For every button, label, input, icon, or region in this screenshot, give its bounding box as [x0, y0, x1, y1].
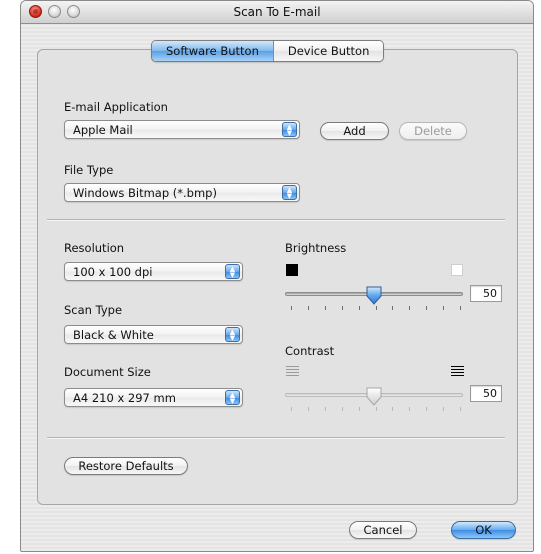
- file-type-value: Windows Bitmap (*.bmp): [73, 186, 217, 200]
- slider-tick: [443, 407, 445, 411]
- scan-type-label: Scan Type: [64, 303, 123, 317]
- brightness-slider-thumb[interactable]: [366, 286, 382, 305]
- slider-tick: [426, 407, 428, 411]
- slider-tick: [375, 407, 377, 411]
- file-type-label: File Type: [64, 163, 114, 177]
- tab-software-button[interactable]: Software Button: [152, 41, 273, 61]
- title-bar: Scan To E-mail: [21, 1, 533, 24]
- separator: [47, 437, 505, 439]
- slider-tick: [291, 306, 292, 310]
- slider-tick: [307, 306, 309, 310]
- slider-tick: [460, 306, 461, 310]
- slider-tick: [443, 306, 445, 310]
- brightness-tick-marks: [291, 306, 461, 311]
- add-button[interactable]: Add: [320, 122, 389, 140]
- popup-arrows-icon: ▲ ▼: [282, 122, 297, 137]
- light-level-icon: [451, 264, 463, 276]
- slider-tick: [291, 407, 292, 411]
- slider-tick: [426, 306, 428, 310]
- email-application-value: Apple Mail: [73, 123, 133, 137]
- scan-to-email-window: Scan To E-mail Software Button Device Bu…: [20, 0, 534, 552]
- document-size-select[interactable]: A4 210 x 297 mm ▲ ▼: [64, 388, 243, 407]
- high-contrast-icon: [451, 366, 464, 377]
- dark-level-icon: [286, 264, 298, 276]
- document-size-label: Document Size: [64, 365, 151, 379]
- slider-tick: [460, 407, 461, 411]
- resolution-select[interactable]: 100 x 100 dpi ▲ ▼: [64, 262, 243, 281]
- slider-tick: [341, 407, 343, 411]
- file-type-select[interactable]: Windows Bitmap (*.bmp) ▲ ▼: [64, 183, 300, 202]
- window-title: Scan To E-mail: [233, 5, 321, 19]
- slider-tick: [409, 306, 411, 310]
- popup-arrows-icon: ▲ ▼: [225, 390, 240, 405]
- slider-tick: [324, 407, 326, 411]
- slider-tick: [341, 306, 343, 310]
- cancel-button[interactable]: Cancel: [349, 521, 417, 539]
- resolution-label: Resolution: [64, 241, 125, 255]
- brightness-value-field[interactable]: 50: [470, 285, 502, 302]
- contrast-tick-marks: [291, 407, 461, 412]
- resolution-value: 100 x 100 dpi: [73, 265, 153, 279]
- slider-tick: [409, 407, 411, 411]
- low-contrast-icon: [286, 366, 299, 377]
- brightness-label: Brightness: [285, 241, 347, 255]
- slider-tick: [392, 407, 394, 411]
- ok-button[interactable]: OK: [451, 521, 516, 539]
- popup-arrows-icon: ▲ ▼: [282, 185, 297, 200]
- button-mode-tabs: Software Button Device Button: [151, 40, 385, 62]
- contrast-slider-thumb[interactable]: [366, 387, 382, 406]
- document-size-value: A4 210 x 297 mm: [73, 391, 176, 405]
- email-application-label: E-mail Application: [64, 100, 168, 114]
- slider-tick: [324, 306, 326, 310]
- slider-tick: [392, 306, 394, 310]
- email-application-select[interactable]: Apple Mail ▲ ▼: [64, 120, 300, 139]
- delete-button[interactable]: Delete: [399, 122, 467, 140]
- slider-tick: [375, 306, 377, 310]
- contrast-label: Contrast: [285, 344, 335, 358]
- popup-arrows-icon: ▲ ▼: [225, 264, 240, 279]
- scan-type-select[interactable]: Black & White ▲ ▼: [64, 325, 243, 344]
- slider-tick: [307, 407, 309, 411]
- separator: [47, 219, 505, 221]
- slider-tick: [358, 407, 360, 411]
- tab-device-button[interactable]: Device Button: [272, 41, 384, 61]
- contrast-value-field[interactable]: 50: [470, 385, 502, 402]
- restore-defaults-button[interactable]: Restore Defaults: [64, 457, 188, 475]
- slider-tick: [358, 306, 360, 310]
- scan-type-value: Black & White: [73, 328, 154, 342]
- popup-arrows-icon: ▲ ▼: [225, 327, 240, 342]
